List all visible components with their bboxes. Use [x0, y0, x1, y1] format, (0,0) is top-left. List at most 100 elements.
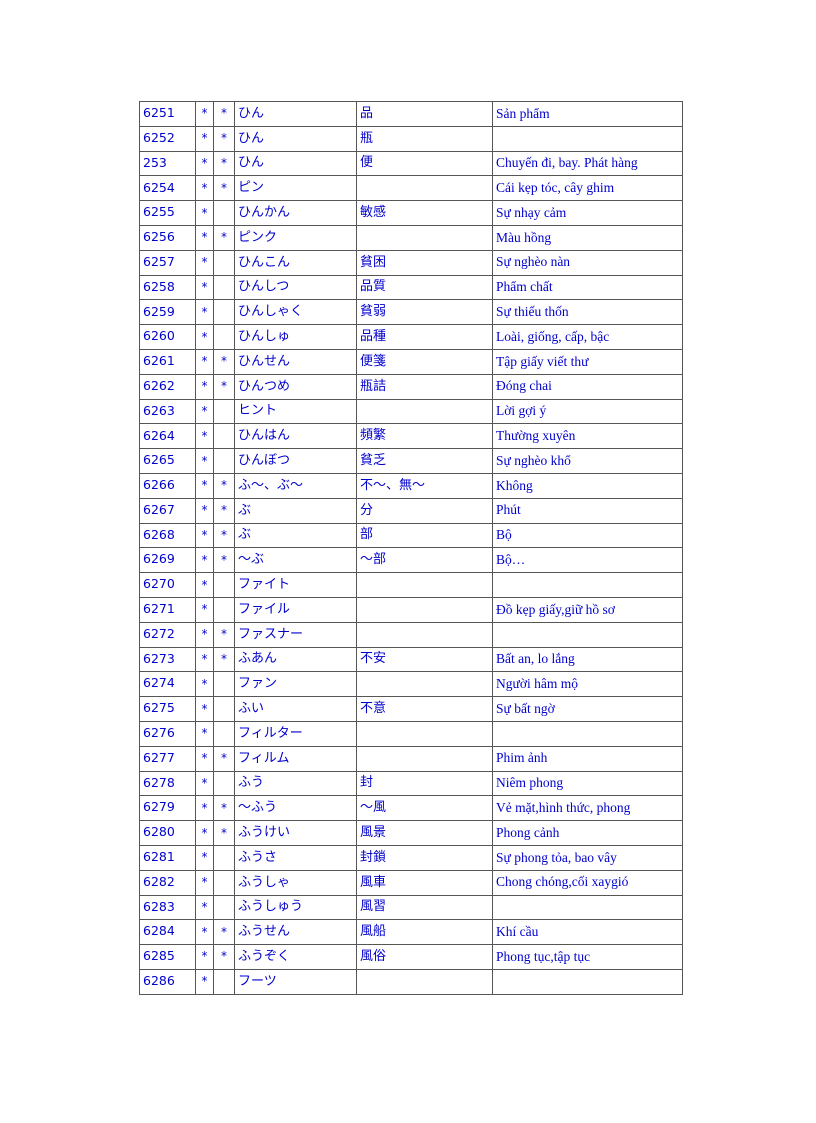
entry-id-cell: 6273: [139, 646, 196, 673]
entry-id-cell: 6259: [139, 299, 196, 326]
mark-secondary-cell: [213, 448, 235, 474]
mark-primary-cell: *: [195, 200, 214, 226]
entry-id-cell: 6284: [139, 919, 196, 946]
mark-primary-cell: *: [195, 919, 214, 946]
table-row: 6281 * ふうさ 封鎖 Sự phong tỏa, bao vây: [139, 844, 683, 871]
kana-reading-cell: ふうせん: [234, 919, 357, 946]
mark-secondary-cell: *: [213, 150, 235, 177]
entry-id-cell: 6285: [139, 944, 196, 970]
mark-secondary-cell: [213, 968, 235, 995]
vietnamese-meaning-cell: Đóng chai: [492, 373, 683, 400]
kana-reading-cell: ひんこん: [234, 249, 357, 276]
vietnamese-meaning-cell: Bất an, lo lắng: [492, 646, 683, 673]
vietnamese-meaning-cell: Khí cầu: [492, 919, 683, 946]
entry-id-cell: 6255: [139, 200, 196, 226]
entry-id-cell: 6280: [139, 820, 196, 846]
mark-primary-cell: *: [195, 671, 214, 698]
kanji-writing-cell: 風景: [356, 820, 493, 846]
mark-primary-cell: *: [195, 398, 214, 425]
mark-primary-cell: *: [195, 101, 214, 127]
entry-id-cell: 6263: [139, 398, 196, 425]
entry-id-cell: 6252: [139, 125, 196, 152]
kana-reading-cell: ふうしゃ: [234, 869, 357, 896]
entry-id-cell: 6276: [139, 720, 196, 747]
kanji-writing-cell: 品: [356, 101, 493, 127]
vietnamese-meaning-cell: Cái kẹp tóc, cây ghim: [492, 175, 683, 202]
vietnamese-meaning-cell: Lời gợi ý: [492, 398, 683, 425]
kana-reading-cell: ふい: [234, 696, 357, 722]
mark-secondary-cell: [213, 200, 235, 226]
mark-primary-cell: *: [195, 497, 214, 524]
kanji-writing-cell: 風船: [356, 919, 493, 946]
entry-id-cell: 6274: [139, 671, 196, 698]
entry-id-cell: 6256: [139, 224, 196, 251]
kanji-writing-cell: [356, 968, 493, 995]
kana-reading-cell: ファイル: [234, 596, 357, 623]
entry-id-cell: 6265: [139, 448, 196, 474]
mark-primary-cell: *: [195, 696, 214, 722]
kana-reading-cell: ファン: [234, 671, 357, 698]
vietnamese-meaning-cell: Phong cảnh: [492, 820, 683, 846]
mark-primary-cell: *: [195, 621, 214, 648]
mark-primary-cell: *: [195, 646, 214, 673]
entry-id-cell: 6278: [139, 770, 196, 797]
mark-primary-cell: *: [195, 472, 214, 499]
table-row: 6280 * * ふうけい 風景 Phong cảnh: [139, 820, 683, 846]
mark-secondary-cell: *: [213, 497, 235, 524]
mark-primary-cell: *: [195, 324, 214, 350]
vietnamese-meaning-cell: [492, 968, 683, 995]
table-row: 6255 * ひんかん 敏感 Sự nhạy cảm: [139, 200, 683, 226]
table-row: 6254 * * ピン Cái kẹp tóc, cây ghim: [139, 175, 683, 202]
table-row: 6285 * * ふうぞく 風俗 Phong tục,tập tục: [139, 944, 683, 970]
mark-primary-cell: *: [195, 720, 214, 747]
mark-secondary-cell: [213, 423, 235, 450]
kana-reading-cell: ふあん: [234, 646, 357, 673]
kanji-writing-cell: 便箋: [356, 348, 493, 375]
vietnamese-meaning-cell: Đồ kẹp giấy,giữ hồ sơ: [492, 596, 683, 623]
table-row: 6276 * フィルター: [139, 720, 683, 747]
entry-id-cell: 6275: [139, 696, 196, 722]
kanji-writing-cell: 風習: [356, 894, 493, 921]
vietnamese-meaning-cell: Niêm phong: [492, 770, 683, 797]
kana-reading-cell: 〜ぶ: [234, 547, 357, 574]
mark-secondary-cell: [213, 894, 235, 921]
kanji-writing-cell: [356, 596, 493, 623]
entry-id-cell: 6272: [139, 621, 196, 648]
mark-secondary-cell: [213, 596, 235, 623]
entry-id-cell: 6260: [139, 324, 196, 350]
kanji-writing-cell: 〜部: [356, 547, 493, 574]
mark-secondary-cell: [213, 720, 235, 747]
table-row: 6284 * * ふうせん 風船 Khí cầu: [139, 919, 683, 946]
vietnamese-meaning-cell: Bộ…: [492, 547, 683, 574]
mark-primary-cell: *: [195, 770, 214, 797]
kana-reading-cell: ファイト: [234, 572, 357, 598]
mark-secondary-cell: *: [213, 621, 235, 648]
vietnamese-meaning-cell: Chuyến đi, bay. Phát hàng: [492, 150, 683, 177]
kanji-writing-cell: [356, 720, 493, 747]
kana-reading-cell: ヒント: [234, 398, 357, 425]
mark-secondary-cell: *: [213, 547, 235, 574]
kana-reading-cell: ふう: [234, 770, 357, 797]
mark-primary-cell: *: [195, 547, 214, 574]
table-row: 6256 * * ピンク Màu hồng: [139, 224, 683, 251]
entry-id-cell: 6254: [139, 175, 196, 202]
kana-reading-cell: フィルム: [234, 745, 357, 772]
mark-primary-cell: *: [195, 348, 214, 375]
table-row: 6261 * * ひんせん 便箋 Tập giấy viết thư: [139, 348, 683, 375]
kana-reading-cell: ひんはん: [234, 423, 357, 450]
table-row: 6271 * ファイル Đồ kẹp giấy,giữ hồ sơ: [139, 596, 683, 623]
mark-secondary-cell: *: [213, 125, 235, 152]
vietnamese-meaning-cell: Tập giấy viết thư: [492, 348, 683, 375]
kana-reading-cell: ファスナー: [234, 621, 357, 648]
vietnamese-meaning-cell: Sự bất ngờ: [492, 696, 683, 722]
entry-id-cell: 6286: [139, 968, 196, 995]
mark-secondary-cell: *: [213, 224, 235, 251]
kanji-writing-cell: 貧弱: [356, 299, 493, 326]
mark-secondary-cell: *: [213, 373, 235, 400]
kanji-writing-cell: 不〜、無〜: [356, 472, 493, 499]
mark-secondary-cell: *: [213, 175, 235, 202]
kanji-writing-cell: 品種: [356, 324, 493, 350]
mark-primary-cell: *: [195, 572, 214, 598]
table-row: 6263 * ヒント Lời gợi ý: [139, 398, 683, 425]
table-row: 6278 * ふう封 Niêm phong: [139, 770, 683, 797]
